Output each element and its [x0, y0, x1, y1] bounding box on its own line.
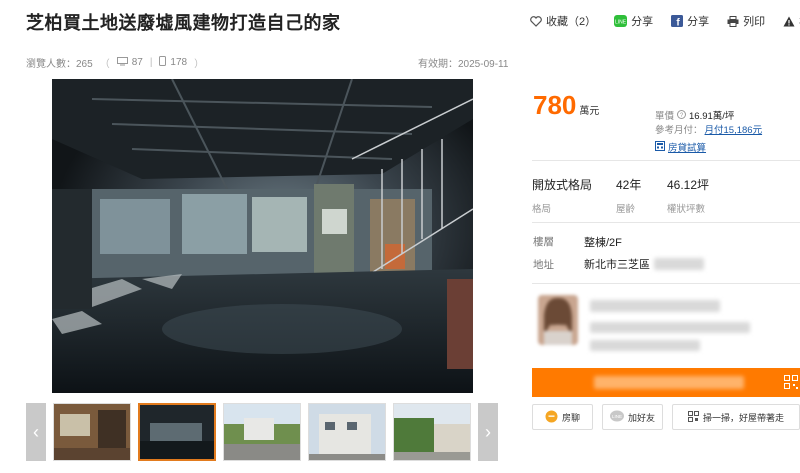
thumbnail-strip: ‹ ›: [26, 403, 500, 461]
spec-layout: 開放式格局 格局: [532, 176, 592, 215]
spec-area: 46.12坪 權狀坪數: [667, 176, 709, 215]
loan-calculator-label: 房貸試算: [668, 143, 707, 154]
spec-label: 格局: [532, 204, 552, 215]
chat-icon: [545, 410, 558, 425]
mortgage-row: 參考月付： 月付15,186元: [655, 122, 762, 136]
thumbnail[interactable]: [308, 403, 386, 461]
floor-value: 整棟/2F: [584, 237, 622, 249]
calculator-icon: [655, 138, 665, 156]
agent-avatar[interactable]: [538, 295, 578, 345]
thumbnail-selected[interactable]: [138, 403, 216, 461]
svg-text:LINE: LINE: [615, 20, 627, 26]
line-share-button[interactable]: LINE 分享: [614, 13, 653, 29]
contact-phone-button[interactable]: [532, 368, 800, 397]
mobile-view-count: 178: [170, 57, 188, 68]
loan-calculator-link[interactable]: 房貸試算: [655, 138, 706, 156]
chevron-right-icon: ›: [485, 421, 491, 442]
view-stats: 瀏覽人數：265 （ 87 | 178 ）: [26, 56, 205, 70]
printer-icon: [727, 15, 739, 27]
mobile-icon: [159, 56, 167, 69]
divider: [532, 222, 800, 223]
line-icon: LINE: [609, 410, 624, 424]
price-value: 780: [533, 90, 577, 120]
facebook-icon: f: [671, 15, 684, 27]
desktop-view-count: 87: [131, 57, 143, 68]
price: 780 萬元: [533, 90, 599, 121]
spec-row: 開放式格局 格局 42年 屋齡 46.12坪 權狀坪數: [532, 176, 800, 216]
gallery-next-button[interactable]: ›: [478, 403, 498, 461]
gallery-prev-button[interactable]: ‹: [26, 403, 46, 461]
thumbnail[interactable]: [223, 403, 301, 461]
price-unit: 萬元: [579, 106, 600, 117]
line-icon: LINE: [614, 15, 628, 27]
heart-icon: [530, 15, 542, 27]
add-friend-button[interactable]: LINE 加好友: [602, 404, 663, 430]
scan-label: 掃一掃，好屋帶著走: [702, 412, 784, 423]
desktop-icon: [116, 56, 128, 69]
expiry-date: 有效期：2025-09-11: [418, 59, 509, 70]
chat-button[interactable]: 房聊: [532, 404, 593, 430]
divider: [532, 160, 800, 161]
scan-button[interactable]: 掃一掃，好屋帶著走: [672, 404, 800, 430]
favorite-label: 收藏（2）: [546, 16, 597, 28]
facebook-share-button[interactable]: f 分享: [671, 13, 709, 29]
spec-age: 42年 屋齡: [616, 176, 641, 215]
main-photo[interactable]: [52, 79, 473, 393]
agent-info-redacted: [590, 340, 700, 351]
report-button[interactable]: 檢舉: [783, 13, 800, 29]
thumbnail[interactable]: [393, 403, 471, 461]
floor-row: 樓層 整棟/2F: [533, 234, 622, 250]
qr-code-icon[interactable]: [784, 375, 798, 394]
spec-value: 開放式格局: [532, 178, 593, 192]
favorite-button[interactable]: 收藏（2）: [530, 13, 596, 29]
action-bar: 收藏（2） LINE 分享 f 分享 列印 檢舉: [530, 13, 800, 29]
chat-label: 房聊: [561, 412, 580, 423]
view-count: 瀏覽人數：265: [26, 59, 93, 70]
agent-name-redacted: [590, 300, 720, 312]
thumbnail[interactable]: [53, 403, 131, 461]
svg-text:LINE: LINE: [612, 414, 622, 419]
print-button[interactable]: 列印: [727, 13, 765, 29]
unit-price-label: 單價: [655, 111, 675, 122]
address-redacted: [654, 258, 704, 270]
floor-label: 樓層: [533, 236, 554, 248]
address-value: 新北市三芝區: [584, 259, 650, 271]
contact-buttons: 房聊 LINE 加好友 掃一掃，好屋帶著走: [532, 404, 800, 430]
spec-value: 46.12坪: [667, 178, 710, 192]
phone-number-redacted: [594, 376, 744, 389]
divider: [532, 283, 800, 284]
warning-icon: [783, 16, 795, 27]
mortgage-link[interactable]: 月付15,186元: [705, 122, 763, 136]
mortgage-label: 參考月付：: [655, 125, 703, 136]
address-row: 地址 新北市三芝區: [533, 256, 704, 272]
agent-company-redacted: [590, 322, 750, 333]
qr-code-icon: [687, 410, 699, 424]
line-share-label: 分享: [631, 16, 654, 28]
print-label: 列印: [743, 16, 766, 28]
page-title: 芝柏買土地送廢墟風建物打造自己的家: [26, 13, 341, 33]
address-label: 地址: [533, 258, 554, 271]
spec-label: 屋齡: [616, 204, 636, 215]
facebook-share-label: 分享: [687, 16, 710, 28]
unit-price-value: 16.91萬/坪: [689, 111, 735, 122]
add-friend-label: 加好友: [627, 412, 655, 423]
spec-value: 42年: [616, 178, 642, 192]
chevron-left-icon: ‹: [33, 421, 39, 442]
spec-label: 權狀坪數: [667, 204, 706, 215]
